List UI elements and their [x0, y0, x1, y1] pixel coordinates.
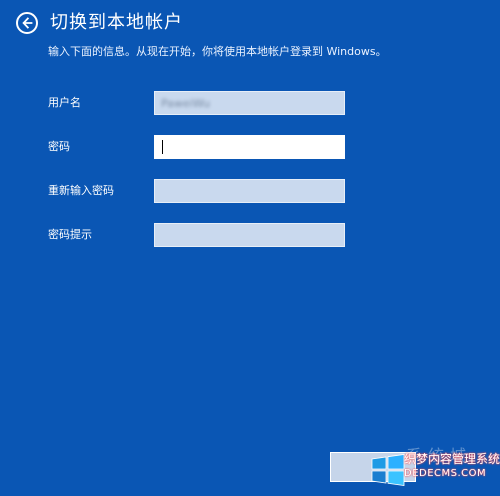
next-button[interactable] [330, 452, 416, 482]
password-hint-label: 密码提示 [48, 228, 92, 241]
back-button[interactable] [16, 12, 38, 34]
header: 切换到本地帐户 [16, 12, 183, 34]
page-title: 切换到本地帐户 [50, 12, 183, 33]
confirm-password-label: 重新输入密码 [48, 184, 114, 197]
password-input[interactable] [154, 135, 345, 159]
text-caret [162, 140, 163, 154]
watermark-en: DEDECMS.COM [404, 468, 487, 479]
password-label: 密码 [48, 140, 70, 153]
confirm-password-input[interactable] [154, 179, 345, 203]
username-row: 用户名 PaweiWu [48, 90, 500, 116]
page-subtitle: 输入下面的信息。从现在开始，你将使用本地帐户登录到 Windows。 [48, 45, 387, 58]
username-input[interactable]: PaweiWu [154, 91, 345, 115]
username-label: 用户名 [48, 96, 81, 109]
password-hint-input[interactable] [154, 223, 345, 247]
back-arrow-icon [22, 17, 33, 29]
watermark-cn: 织梦内容管理系统 [404, 452, 500, 466]
password-row: 密码 [48, 134, 500, 160]
username-value: PaweiWu [161, 96, 211, 110]
confirm-password-row: 重新输入密码 [48, 178, 500, 204]
password-hint-row: 密码提示 [48, 222, 500, 248]
